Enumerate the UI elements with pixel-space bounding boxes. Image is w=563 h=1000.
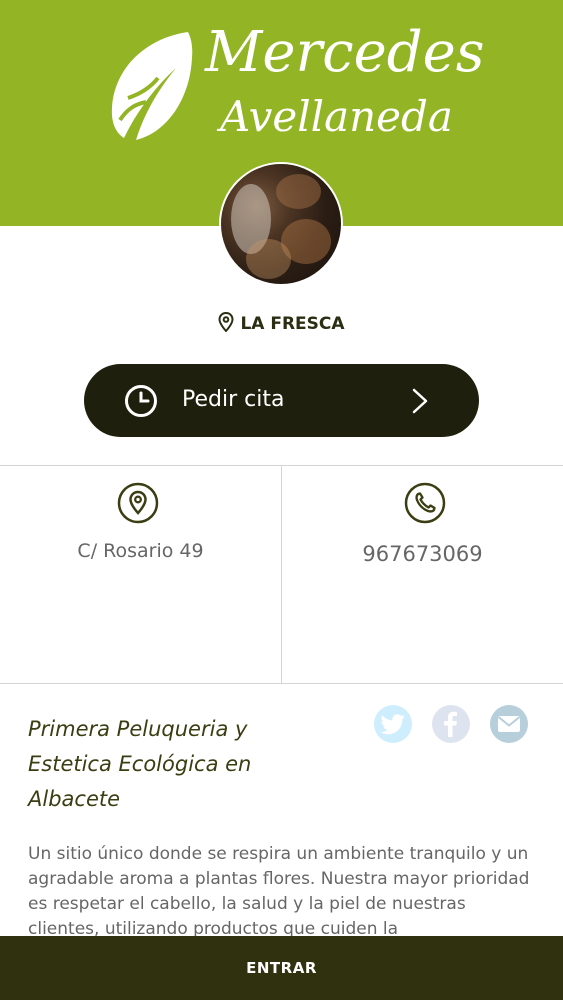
tagline: Primera Peluqueria y Estetica Ecológica … <box>28 717 252 811</box>
address-link[interactable]: C/ Rosario 49 <box>0 540 281 562</box>
share-twitter-button[interactable] <box>374 705 412 743</box>
leaf-logo-icon <box>111 32 193 140</box>
book-appointment-label: Pedir cita <box>182 387 285 412</box>
phone-link[interactable]: 967673069 <box>282 542 563 566</box>
share-facebook-button[interactable] <box>432 705 470 743</box>
map-pin-icon <box>218 311 234 333</box>
brand-name-line2: Avellaneda <box>220 92 453 141</box>
description-text: Un sitio único donde se respira un ambie… <box>28 844 530 939</box>
clock-icon <box>125 385 157 417</box>
profile-avatar <box>221 164 341 284</box>
email-icon <box>497 716 521 732</box>
map-pin-icon <box>117 482 159 524</box>
twitter-icon <box>380 714 405 735</box>
divider <box>281 466 282 683</box>
location-label: LA FRESCA <box>0 311 563 334</box>
brand-name-line1: Mercedes <box>205 20 485 85</box>
phone-icon <box>404 482 446 524</box>
share-email-button[interactable] <box>490 705 528 743</box>
chevron-right-icon <box>412 388 428 414</box>
enter-button[interactable]: ENTRAR <box>0 936 563 1000</box>
facebook-icon <box>444 711 457 737</box>
book-appointment-button[interactable]: Pedir cita <box>84 364 479 437</box>
location-text: LA FRESCA <box>240 314 345 334</box>
divider <box>0 683 563 684</box>
